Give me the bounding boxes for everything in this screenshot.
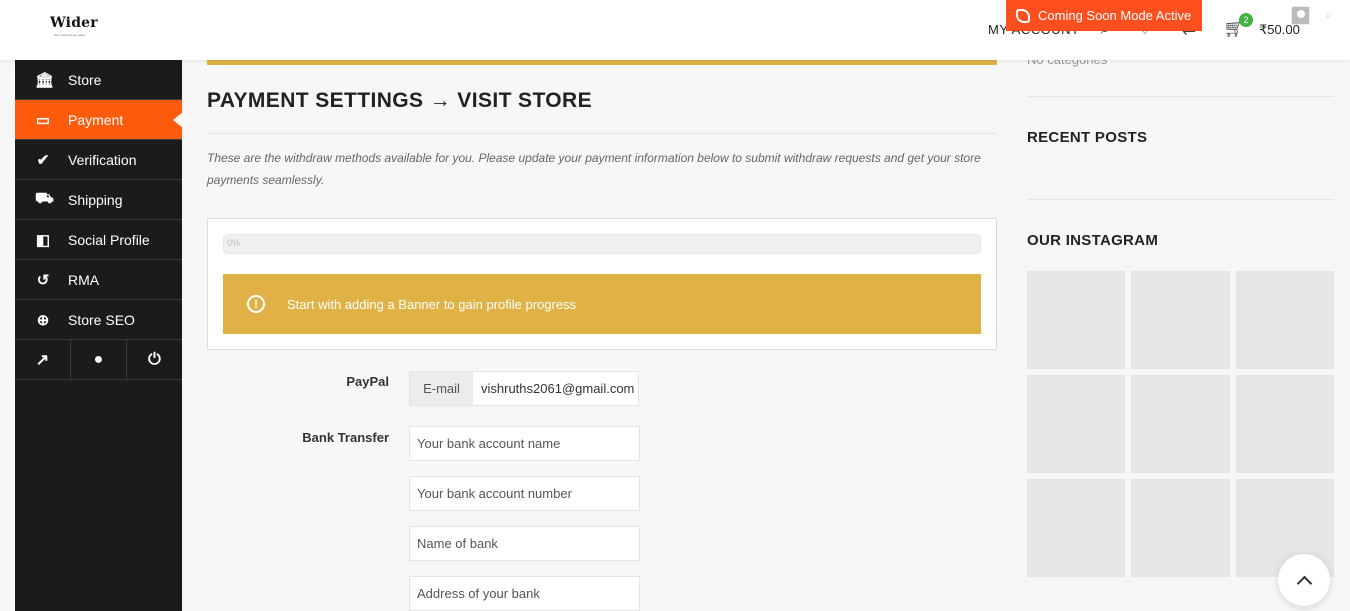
truck-icon: ⛟ (35, 190, 54, 207)
scroll-to-top-button[interactable] (1278, 554, 1330, 606)
instagram-grid (1027, 271, 1334, 577)
sidebar-item-social-profile[interactable]: ◧ Social Profile (15, 220, 182, 260)
user-icon[interactable]: ● (71, 340, 127, 379)
sidebar-item-store-seo[interactable]: ⊕ Store SEO (15, 300, 182, 340)
instagram-tile[interactable] (1027, 271, 1125, 369)
sidebar-item-label: Store SEO (68, 311, 135, 328)
instagram-tile[interactable] (1027, 479, 1125, 577)
divider (207, 133, 997, 134)
sidebar-footer: ↗ ● ⏻ (15, 340, 182, 380)
paypal-email-field[interactable] (473, 372, 638, 405)
bank-transfer-label: Bank Transfer (302, 430, 389, 445)
user-avatar[interactable] (1291, 6, 1310, 25)
page-title: PAYMENT SETTINGS → VISIT STORE (207, 89, 593, 112)
progress-alert: ! Start with adding a Banner to gain pro… (223, 274, 981, 334)
cart-count-badge: 2 (1239, 13, 1253, 27)
share-icon: ◧ (35, 231, 51, 249)
instagram-title: OUR INSTAGRAM (1027, 232, 1159, 249)
coming-soon-text: Coming Soon Mode Active (1038, 8, 1192, 23)
sidebar-item-label: Verification (68, 151, 137, 168)
email-addon: E-mail (410, 372, 473, 405)
instagram-tile[interactable] (1131, 375, 1230, 473)
globe-icon: ⊕ (36, 311, 50, 329)
instagram-tile[interactable] (1131, 479, 1230, 577)
info-icon: ! (247, 295, 265, 313)
main-content: PAYMENT SETTINGS → VISIT STORE These are… (207, 60, 997, 611)
instagram-tile[interactable] (1131, 271, 1230, 369)
paypal-email-group: E-mail (409, 371, 639, 406)
site-logo[interactable]: Wider All in ad is all you need (50, 14, 110, 42)
bank-account-name-field[interactable] (409, 426, 640, 461)
chevron-up-icon (1296, 575, 1312, 591)
logo-tagline: All in ad is all you need (54, 33, 85, 37)
sidebar-item-rma[interactable]: ↺ RMA (15, 260, 182, 300)
leaf-icon (1016, 8, 1030, 23)
intro-text: These are the withdraw methods available… (207, 151, 981, 187)
paypal-label: PayPal (346, 374, 389, 389)
credit-card-icon: ▭ (35, 111, 51, 129)
sidebar-item-label: Shipping (68, 191, 123, 208)
instagram-tile[interactable] (1236, 375, 1334, 473)
external-link-icon[interactable]: ↗ (15, 340, 71, 379)
top-header: Wider All in ad is all you need MY ACCOU… (0, 0, 1350, 60)
sidebar-item-label: Payment (68, 111, 124, 128)
coming-soon-badge[interactable]: Coming Soon Mode Active (1006, 0, 1202, 31)
progress-percent: 0% (227, 238, 241, 248)
sidebar-item-label: Store (68, 71, 102, 88)
sidebar-item-label: RMA (68, 271, 100, 288)
profile-progress-box: 0% ! Start with adding a Banner to gain … (207, 218, 997, 350)
bank-account-number-field[interactable] (409, 476, 640, 511)
divider (1027, 199, 1334, 200)
bank-icon: 🏛 (35, 71, 55, 89)
undo-icon: ↺ (36, 271, 50, 289)
admin-search-icon[interactable]: ⌕ (1325, 8, 1332, 23)
sidebar-item-verification[interactable]: ✔ Verification (15, 140, 182, 180)
alert-text: Start with adding a Banner to gain profi… (287, 296, 577, 312)
header-accent-bar (207, 60, 997, 65)
instagram-tile[interactable] (1027, 375, 1125, 473)
check-icon: ✔ (36, 151, 50, 169)
sidebar-item-store[interactable]: 🏛 Store (15, 60, 182, 100)
right-widgets: No categories RECENT POSTS OUR INSTAGRAM (1027, 52, 1334, 577)
sidebar-item-shipping[interactable]: ⛟ Shipping (15, 180, 182, 220)
logo-text: Wider (50, 15, 98, 31)
dashboard-sidebar: 🏛 Store ▭ Payment ✔ Verification ⛟ Shipp… (15, 60, 183, 611)
divider (1027, 96, 1334, 97)
progress-bar: 0% (223, 234, 981, 254)
sidebar-item-payment[interactable]: ▭ Payment (15, 100, 183, 140)
instagram-tile[interactable] (1236, 271, 1334, 369)
bank-name-field[interactable] (409, 526, 640, 561)
bank-address-field[interactable] (409, 576, 640, 611)
power-icon[interactable]: ⏻ (127, 340, 182, 379)
recent-posts-title: RECENT POSTS (1027, 129, 1148, 146)
sidebar-item-label: Social Profile (68, 231, 150, 248)
